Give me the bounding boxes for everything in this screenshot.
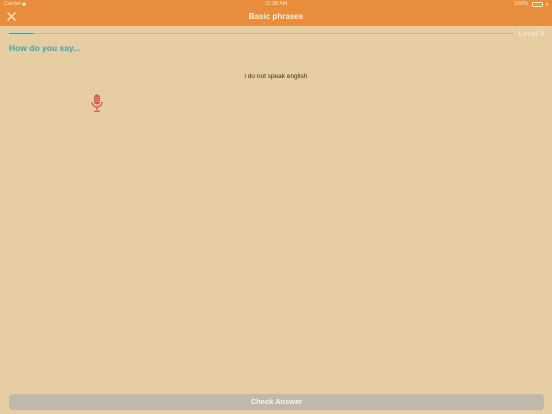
check-answer-button[interactable]: Check Answer bbox=[9, 394, 544, 410]
page-title: Basic phrases bbox=[248, 12, 304, 21]
battery-icon bbox=[532, 2, 543, 7]
clock: 11:38 AM bbox=[264, 1, 288, 7]
charging-icon bbox=[545, 2, 549, 7]
level-label: Level 3 bbox=[518, 29, 544, 38]
status-bar: Carrier 11:38 AM 100% bbox=[0, 0, 552, 9]
microphone-icon[interactable] bbox=[90, 94, 104, 113]
phrase-to-translate: i do not speak english bbox=[244, 73, 308, 80]
lesson-progress-bar bbox=[9, 33, 513, 34]
question-prompt: How do you say... bbox=[9, 43, 81, 53]
lesson-progress-fill bbox=[9, 33, 35, 34]
battery-percent: 100% bbox=[513, 1, 528, 7]
header-bar: Carrier 11:38 AM 100% Basic phrases bbox=[0, 0, 552, 26]
